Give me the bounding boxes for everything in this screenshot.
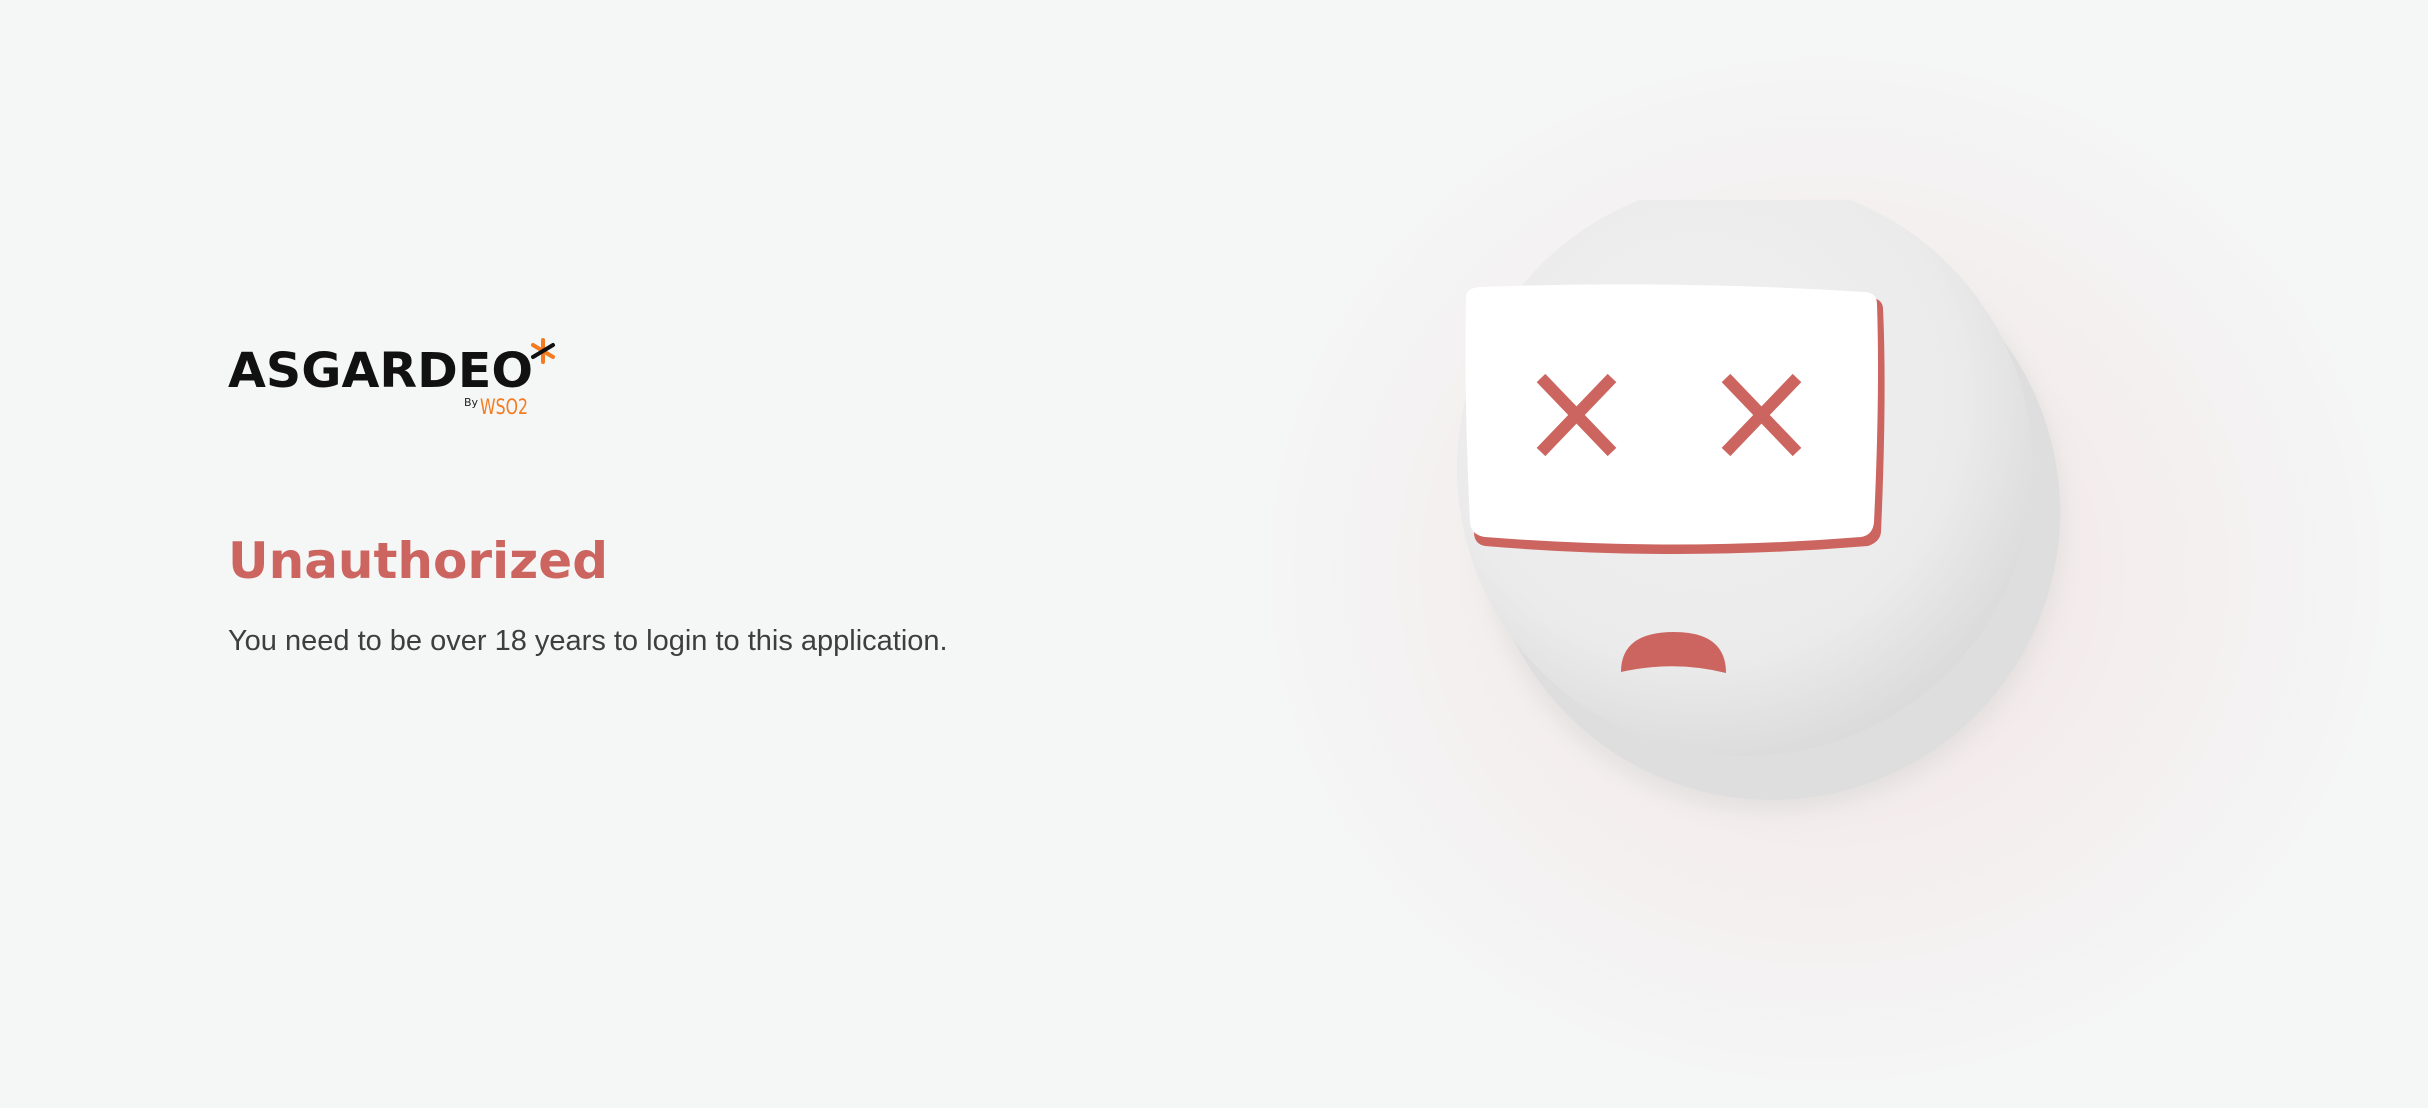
sad-face-x-eyes-icon xyxy=(1440,200,2080,840)
logo-by-label: By xyxy=(464,396,479,409)
asgardeo-logo: ASGARDEO By WSO2 xyxy=(228,334,568,424)
error-message: You need to be over 18 years to login to… xyxy=(228,625,948,657)
logo-company-name: WSO2 xyxy=(480,395,528,419)
asgardeo-logo-mark: ASGARDEO By WSO2 xyxy=(228,338,555,419)
logo-asterisk-icon xyxy=(531,338,555,364)
eye-band xyxy=(1465,284,1878,545)
logo-wordmark: ASGARDEO xyxy=(228,343,533,399)
error-title: Unauthorized xyxy=(228,532,608,590)
